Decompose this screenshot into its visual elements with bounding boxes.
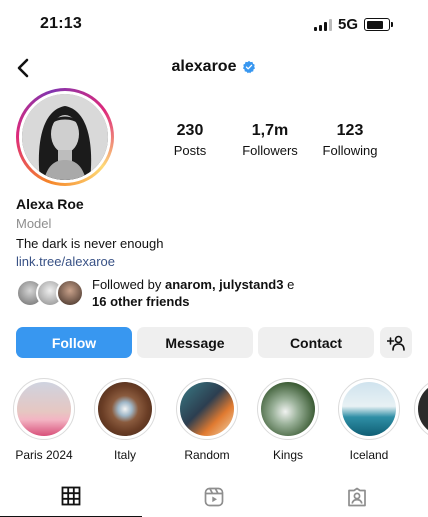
profile-stats: 230 Posts 1,7m Followers 123 Following [150,121,390,159]
highlight-label: Random [184,448,230,462]
highlight-cover [17,382,71,436]
highlight-label: Italy [113,448,136,462]
grid-icon [61,486,81,506]
bio-link[interactable]: link.tree/alexaroe [16,253,416,270]
highlight-paris-2024[interactable]: Paris 2024 [8,378,80,462]
tab-reels[interactable] [143,476,285,517]
tab-posts-grid[interactable] [0,476,142,517]
followers-label: Followers [242,143,298,158]
tagged-icon [348,487,366,506]
message-button[interactable]: Message [137,327,253,358]
follow-button[interactable]: Follow [16,327,132,358]
highlight-cover [261,382,315,436]
followed-by[interactable]: Followed by anarom, julystand3 e 16 othe… [16,276,416,310]
highlight-label: Paris 2024 [15,448,73,462]
add-user-icon [387,335,405,351]
followed-by-names: anarom, julystand3 [164,277,284,292]
highlight-random[interactable]: Random [171,378,243,462]
posts-label: Posts [173,143,207,158]
highlight-partial[interactable] [414,378,428,440]
followed-by-others: 16 other friends [92,294,190,309]
followers-stat[interactable]: 1,7m Followers [230,121,310,159]
bio-text: The dark is never enough [16,236,164,251]
followed-by-text: Followed by anarom, julystand3 e 16 othe… [92,276,294,310]
profile-tabs [0,476,428,517]
following-stat[interactable]: 123 Following [310,121,390,159]
status-indicators: 5G [313,16,393,33]
highlight-cover [418,382,428,436]
highlight-cover [342,382,396,436]
highlight-cover [180,382,234,436]
profile-header: alexaroe [0,52,428,84]
battery-fill [366,20,384,29]
highlight-italy[interactable]: Italy [89,378,161,462]
profile-avatar[interactable] [16,88,114,186]
profile-actions: Follow Message Contact [16,327,412,359]
avatar-photo [22,94,108,180]
posts-count: 230 [176,122,204,139]
highlight-iceland[interactable]: Iceland [333,378,405,462]
tab-tagged[interactable] [286,476,428,517]
highlight-label: Iceland [349,448,389,462]
status-bar: 21:13 5G [0,0,428,50]
username-title: alexaroe [0,58,428,76]
highlight-cover [98,382,152,436]
avatar-portrait [22,94,108,180]
battery-icon [364,18,393,31]
posts-stat[interactable]: 230 Posts [150,121,230,159]
profile-bio: Alexa Roe Model The dark is never enough… [16,196,416,270]
followers-count: 1,7m [251,122,289,139]
contact-button[interactable]: Contact [258,327,374,358]
suggest-users-button[interactable] [380,327,412,358]
status-time: 21:13 [40,15,82,32]
story-highlights: Paris 2024 Italy Random Kings Iceland [0,378,428,464]
verified-badge-icon [243,60,256,74]
profile-category: Model [16,216,52,231]
profile-name: Alexa Roe [16,196,84,212]
username: alexaroe [171,58,237,75]
avatar [56,279,84,307]
followed-by-connector: e [283,277,295,292]
followed-by-prefix: Followed by [92,277,165,292]
following-label: Following [322,143,378,158]
reels-icon [204,487,224,506]
following-count: 123 [336,122,364,139]
mutual-avatars [16,279,86,307]
network-type: 5G [337,16,358,33]
highlight-label: Kings [272,448,304,462]
signal-icon [313,18,332,31]
highlight-kings[interactable]: Kings [252,378,324,462]
